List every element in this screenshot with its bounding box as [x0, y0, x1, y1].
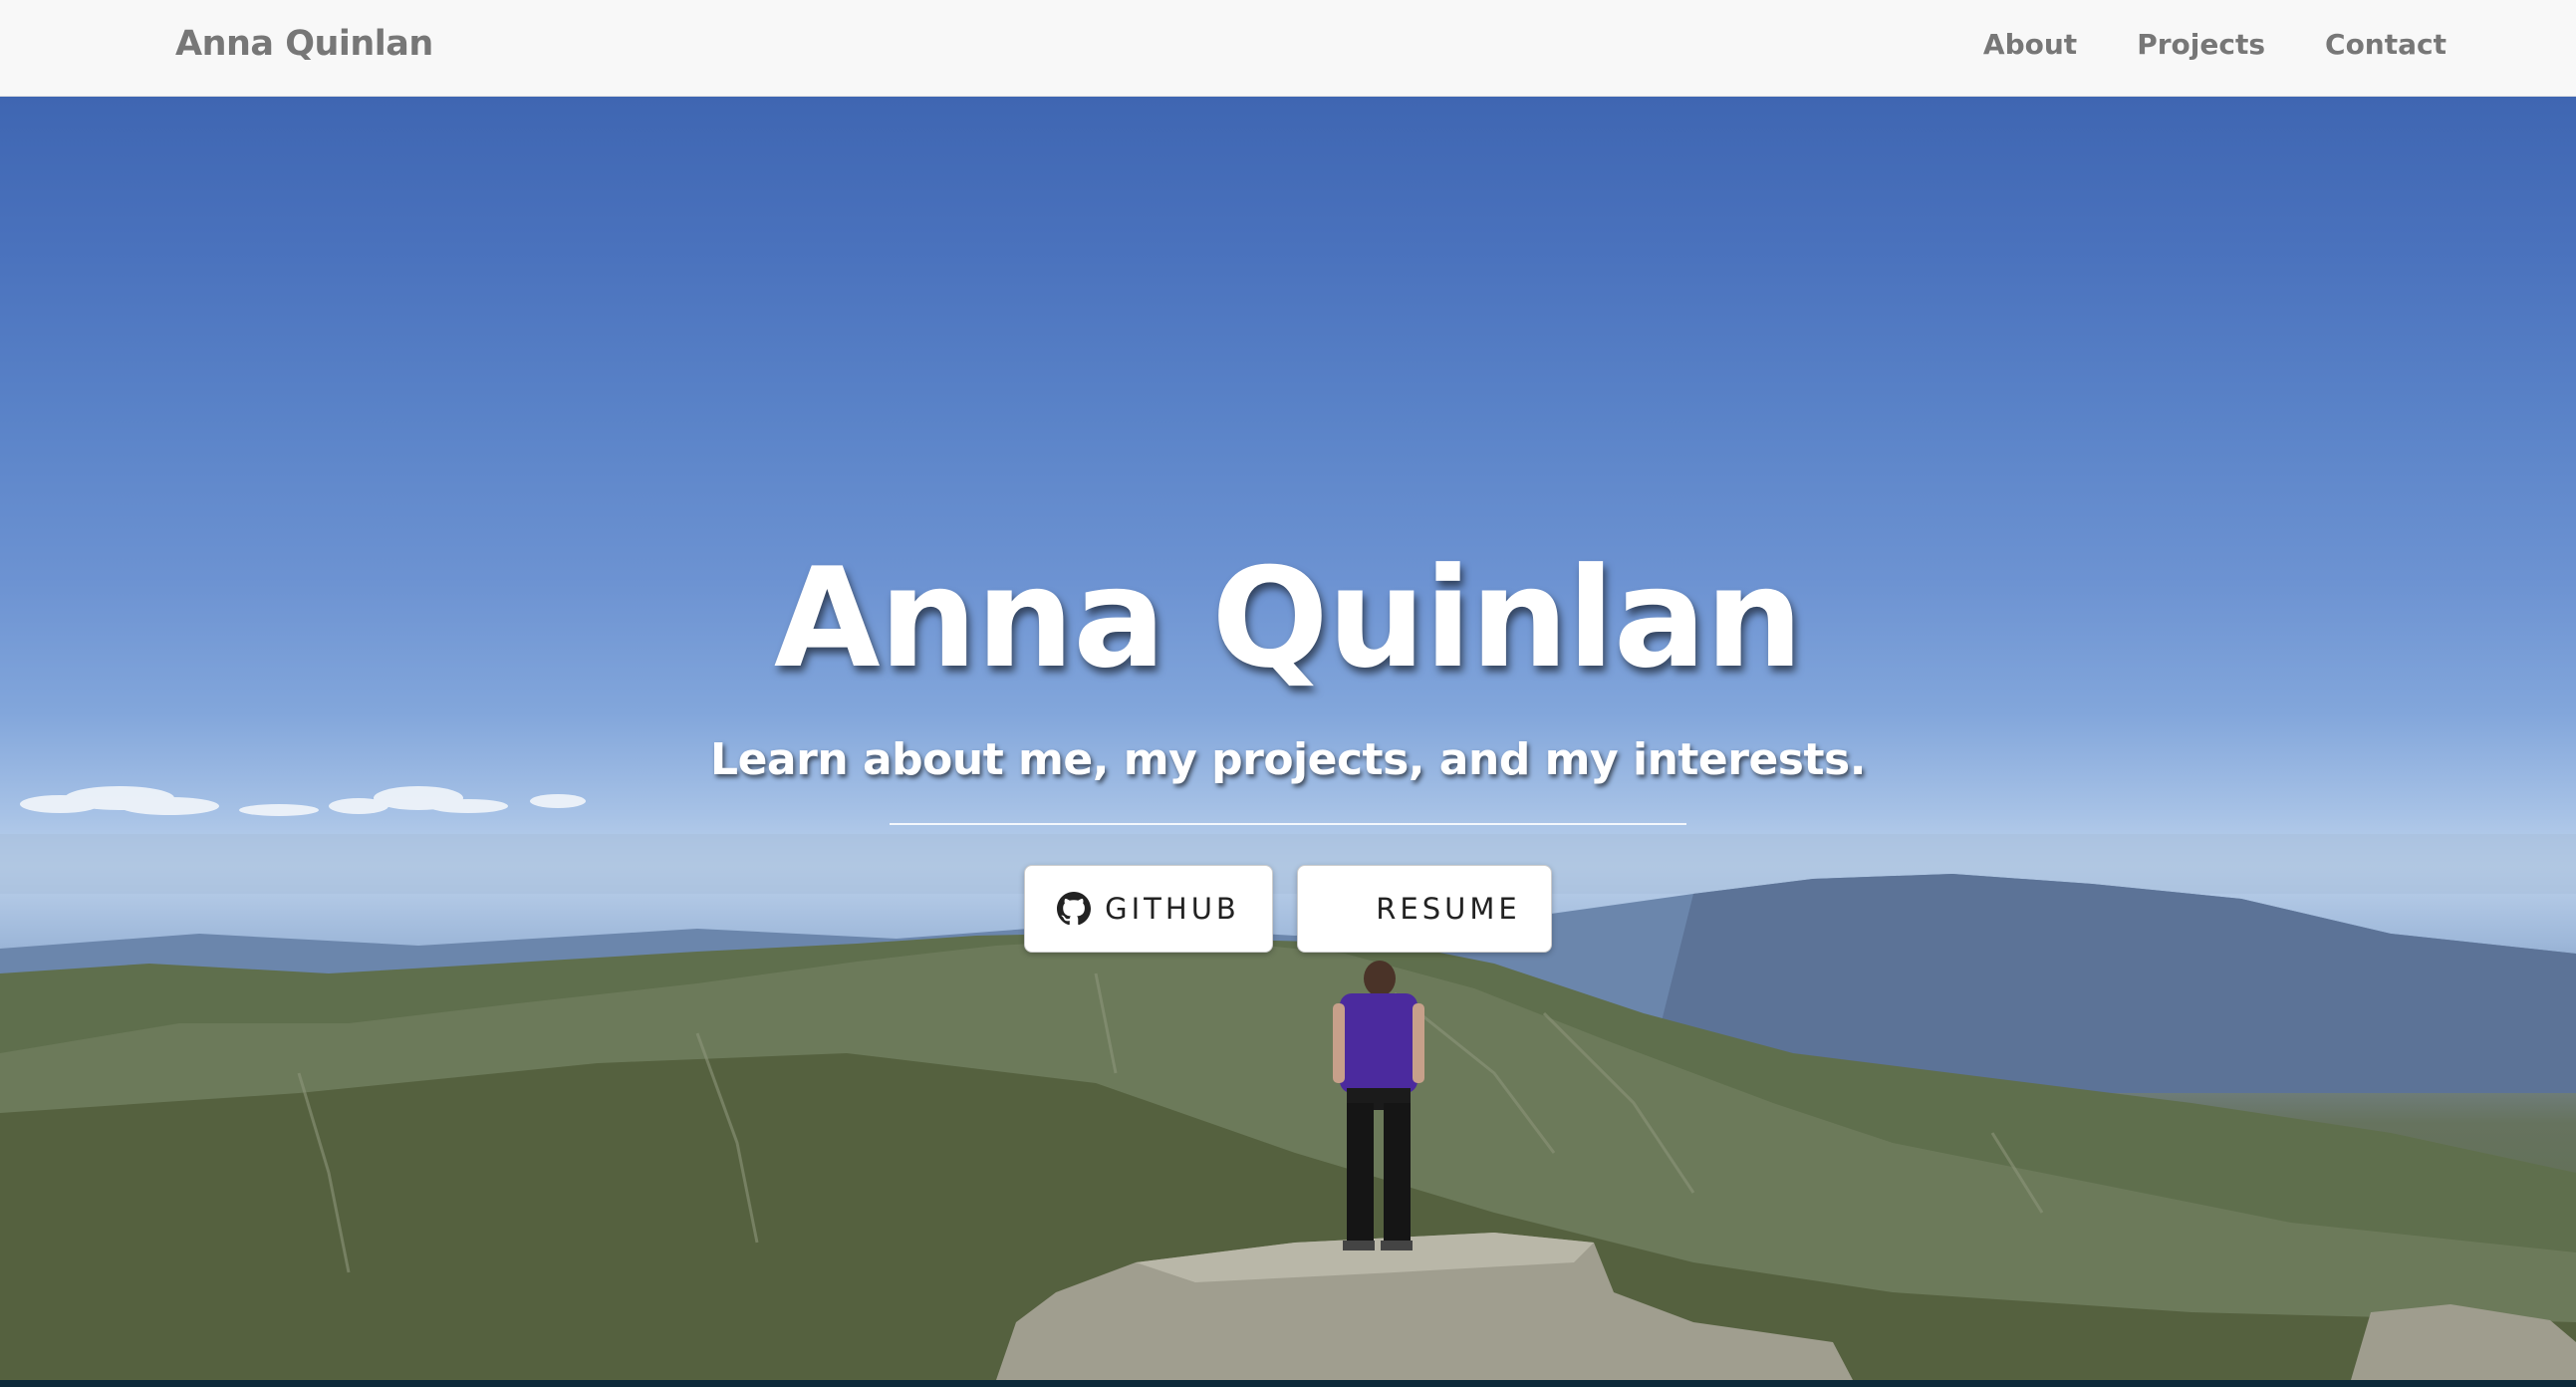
- nav-link-contact[interactable]: Contact: [2325, 28, 2447, 61]
- resume-button-label: RESUME: [1376, 891, 1521, 926]
- hero-subtitle: Learn about me, my projects, and my inte…: [710, 733, 1866, 785]
- github-button-label: GITHUB: [1105, 891, 1240, 926]
- footer-strip: [0, 1380, 2576, 1387]
- hero-divider: [890, 822, 1686, 825]
- navbar: Anna Quinlan About Projects Contact: [0, 0, 2576, 97]
- page: Anna Quinlan About Projects Contact Anna…: [0, 0, 2576, 1387]
- resume-button[interactable]: RESUME: [1297, 864, 1552, 953]
- hero-section: Anna Quinlan Learn about me, my projects…: [0, 97, 2576, 1380]
- navbar-brand[interactable]: Anna Quinlan: [175, 24, 433, 64]
- hero-title: Anna Quinlan: [773, 538, 1803, 698]
- nav-link-about[interactable]: About: [1983, 28, 2077, 61]
- hero-buttons: GITHUB RESUME: [0, 864, 2576, 953]
- nav-link-projects[interactable]: Projects: [2137, 28, 2265, 61]
- nav-links: About Projects Contact: [1983, 28, 2447, 61]
- github-button[interactable]: GITHUB: [1024, 864, 1273, 953]
- github-icon: [1057, 891, 1092, 925]
- hero-content: Anna Quinlan Learn about me, my projects…: [0, 543, 2576, 953]
